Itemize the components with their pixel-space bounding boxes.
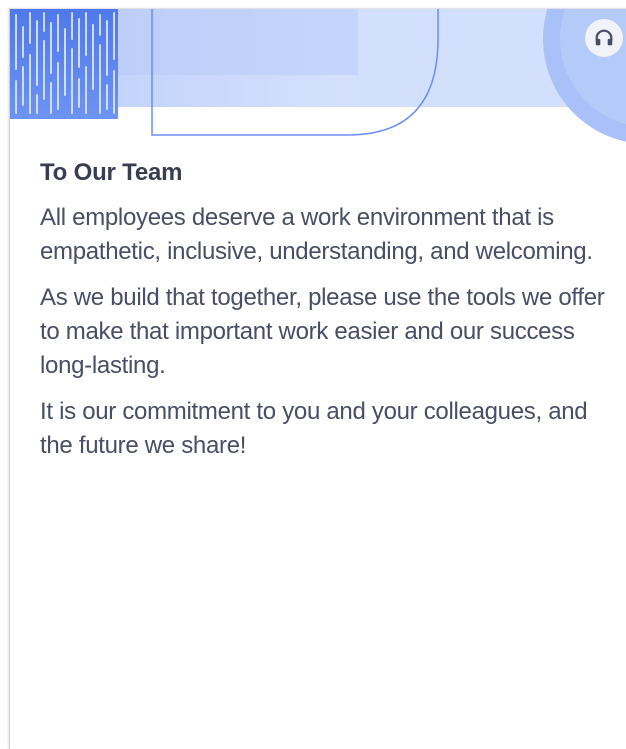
banner-light-rect bbox=[356, 9, 570, 107]
letter-heading: To Our Team bbox=[40, 159, 183, 186]
letter-paragraph: It is our commitment to you and your col… bbox=[40, 398, 588, 459]
headset-icon bbox=[595, 29, 613, 46]
letter-paragraph: As we build that together, please use th… bbox=[40, 284, 605, 379]
support-button[interactable] bbox=[585, 19, 623, 57]
letter-content: To Our Team All employees deserve a work… bbox=[40, 159, 610, 475]
letter-paragraph: All employees deserve a work environment… bbox=[40, 204, 593, 265]
banner-band-fade bbox=[118, 9, 358, 75]
welcome-panel: To Our Team All employees deserve a work… bbox=[9, 8, 626, 749]
decorative-banner bbox=[10, 9, 626, 149]
banner-illustration bbox=[10, 9, 626, 142]
